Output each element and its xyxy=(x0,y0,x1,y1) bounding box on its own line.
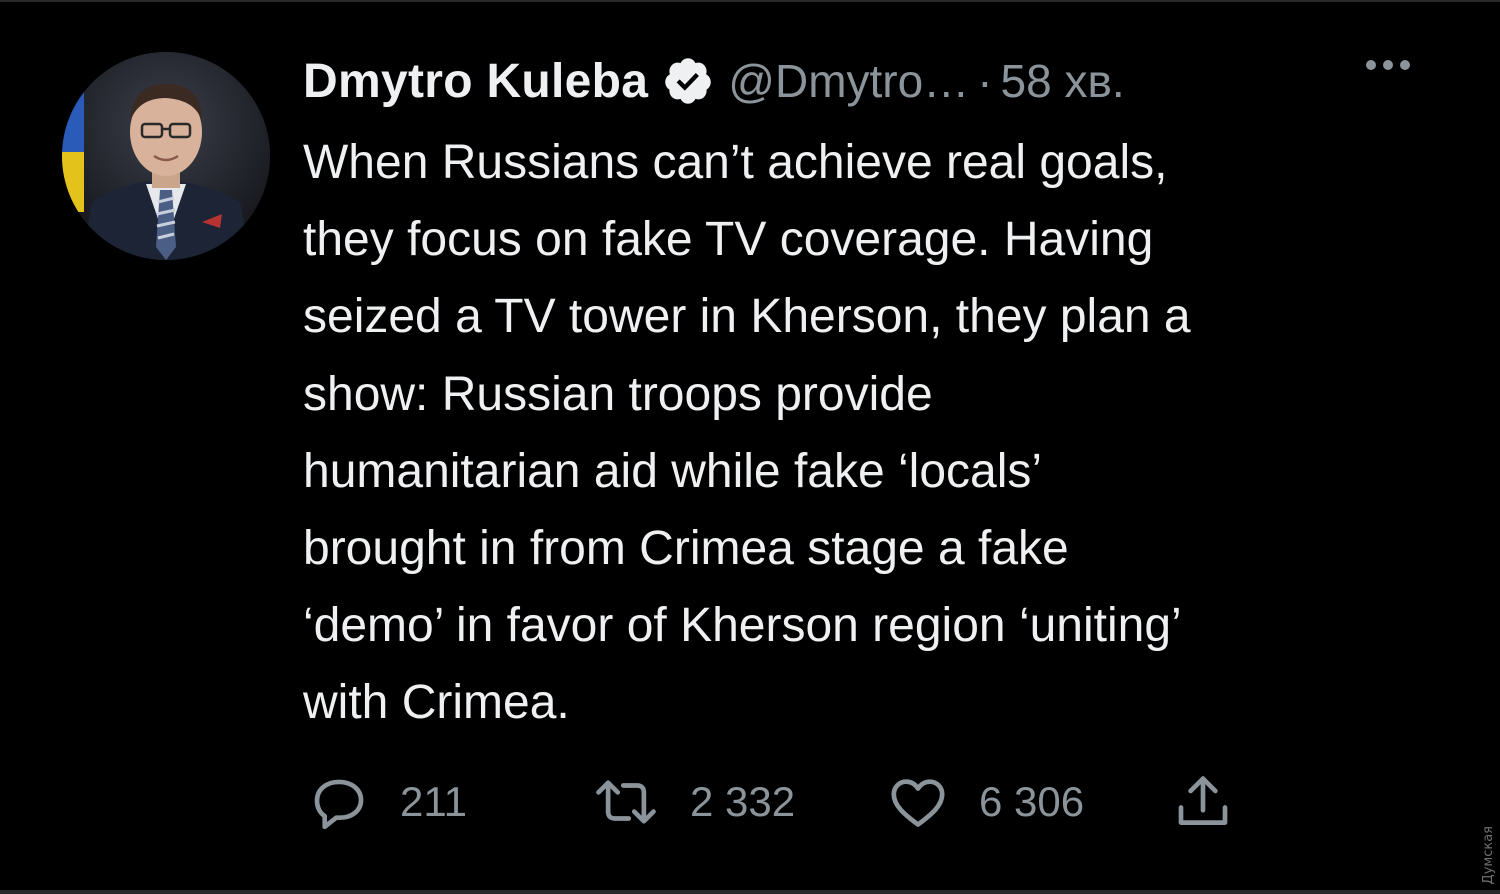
author-name[interactable]: Dmytro Kuleba xyxy=(303,54,648,109)
heart-icon xyxy=(891,779,945,827)
tweet-card: Dmytro Kuleba @Dmytro… · 58 хв. When Rus… xyxy=(0,0,1500,894)
tweet-text-line: humanitarian aid while fake ‘locals’ xyxy=(303,444,1043,498)
tweet-text-line: seized a TV tower in Kherson, they plan … xyxy=(303,290,1191,344)
reply-icon xyxy=(314,779,364,830)
tweet-text-line: they focus on fake TV coverage. Having xyxy=(303,213,1154,267)
tweet-text-line: brought in from Crimea stage a fake xyxy=(303,522,1069,576)
avatar-image xyxy=(62,52,270,260)
reply-count: 211 xyxy=(400,778,467,825)
like-count: 6 306 xyxy=(979,778,1085,825)
reply-button[interactable]: 211 xyxy=(306,762,467,842)
watermark: Думская xyxy=(1481,825,1496,884)
retweet-button[interactable]: 2 332 xyxy=(590,762,795,842)
avatar[interactable] xyxy=(62,52,270,260)
tweet-actions: 211 2 332 6 306 xyxy=(300,762,1260,842)
share-button[interactable] xyxy=(1170,762,1236,842)
author-handle[interactable]: @Dmytro… xyxy=(728,54,969,108)
tweet-header: Dmytro Kuleba @Dmytro… · 58 хв. xyxy=(303,46,1125,116)
share-icon xyxy=(1178,776,1228,825)
retweet-icon xyxy=(596,780,656,824)
tweet-text-line: ‘demo’ in favor of Kherson region ‘uniti… xyxy=(303,599,1182,653)
more-options-icon[interactable] xyxy=(1366,60,1410,70)
tweet-text-line: with Crimea. xyxy=(303,676,570,730)
separator-dot: · xyxy=(977,55,993,107)
like-button[interactable]: 6 306 xyxy=(885,762,1084,842)
tweet-text-line: When Russians can’t achieve real goals, xyxy=(303,136,1168,189)
retweet-count: 2 332 xyxy=(690,778,796,825)
timestamp[interactable]: 58 хв. xyxy=(1001,54,1125,108)
verified-badge-icon xyxy=(662,55,714,107)
tweet-text: When Russians can’t achieve real goals, … xyxy=(303,124,1443,742)
tweet-text-line: show: Russian troops provide xyxy=(303,367,933,421)
